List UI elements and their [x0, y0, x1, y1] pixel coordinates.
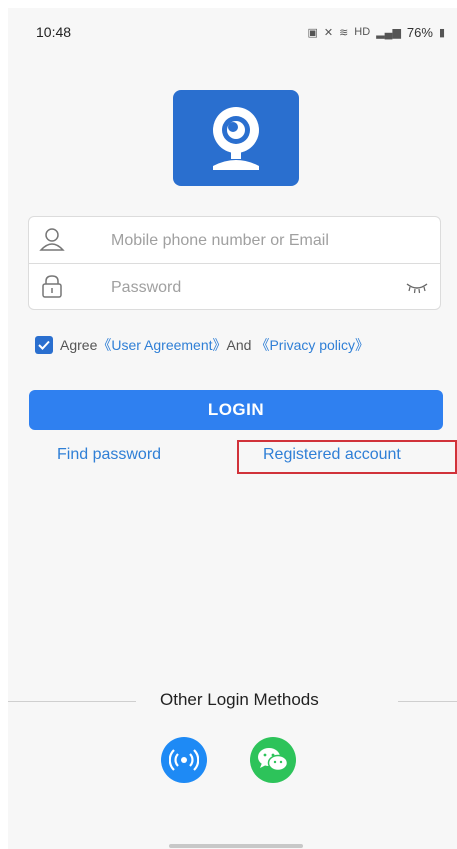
battery-percent: 76%: [406, 24, 433, 40]
webcam-icon: [213, 107, 259, 170]
wireless-login-button[interactable]: [161, 737, 207, 783]
registered-account-link[interactable]: Registered account: [263, 446, 401, 464]
agree-label: Agree: [60, 337, 98, 353]
password-input[interactable]: [109, 272, 403, 304]
user-icon: [39, 228, 65, 251]
check-icon: [38, 340, 50, 350]
home-indicator[interactable]: [169, 844, 303, 848]
wifi-icon: ≋: [339, 26, 349, 39]
divider-left: [8, 701, 136, 702]
status-bar: 10:48 ▣ ✕ ≋ HD ▂▄▆ 76% ▮: [8, 8, 457, 56]
agree-checkbox[interactable]: [35, 336, 53, 354]
battery-icon: ▮: [438, 26, 445, 39]
login-form: [28, 216, 441, 310]
and-label: And: [226, 337, 252, 353]
other-login-title: Other Login Methods: [160, 690, 319, 709]
app-screen: 10:48 ▣ ✕ ≋ HD ▂▄▆ 76% ▮ Mobile phone nu…: [8, 8, 457, 849]
status-time: 10:48: [36, 24, 72, 40]
status-icons: ▣ ✕ ≋ HD ▂▄▆ 76% ▮: [307, 25, 445, 40]
login-button[interactable]: LOGIN: [29, 390, 443, 430]
mute-icon: ✕: [323, 26, 334, 39]
wechat-icon: [258, 748, 289, 772]
wechat-login-button[interactable]: [250, 737, 296, 783]
app-logo: [173, 90, 299, 186]
privacy-policy-link[interactable]: 《Privacy policy》: [255, 335, 369, 355]
divider-right: [398, 701, 457, 702]
lock-icon: [42, 275, 62, 298]
notification-icon: ▣: [307, 26, 318, 39]
agreement-row: Agree 《User Agreement》 And 《Privacy poli…: [35, 334, 455, 356]
signal-icon: ▂▄▆: [376, 26, 401, 39]
user-agreement-link[interactable]: 《User Agreement》: [97, 335, 226, 355]
wireless-signal-icon: [169, 749, 199, 771]
eye-closed-icon[interactable]: [406, 280, 428, 294]
account-input[interactable]: [109, 225, 403, 257]
password-row: [29, 264, 440, 310]
account-row: [29, 217, 440, 264]
find-password-link[interactable]: Find password: [57, 446, 161, 464]
network-type-label: HD: [354, 26, 371, 38]
